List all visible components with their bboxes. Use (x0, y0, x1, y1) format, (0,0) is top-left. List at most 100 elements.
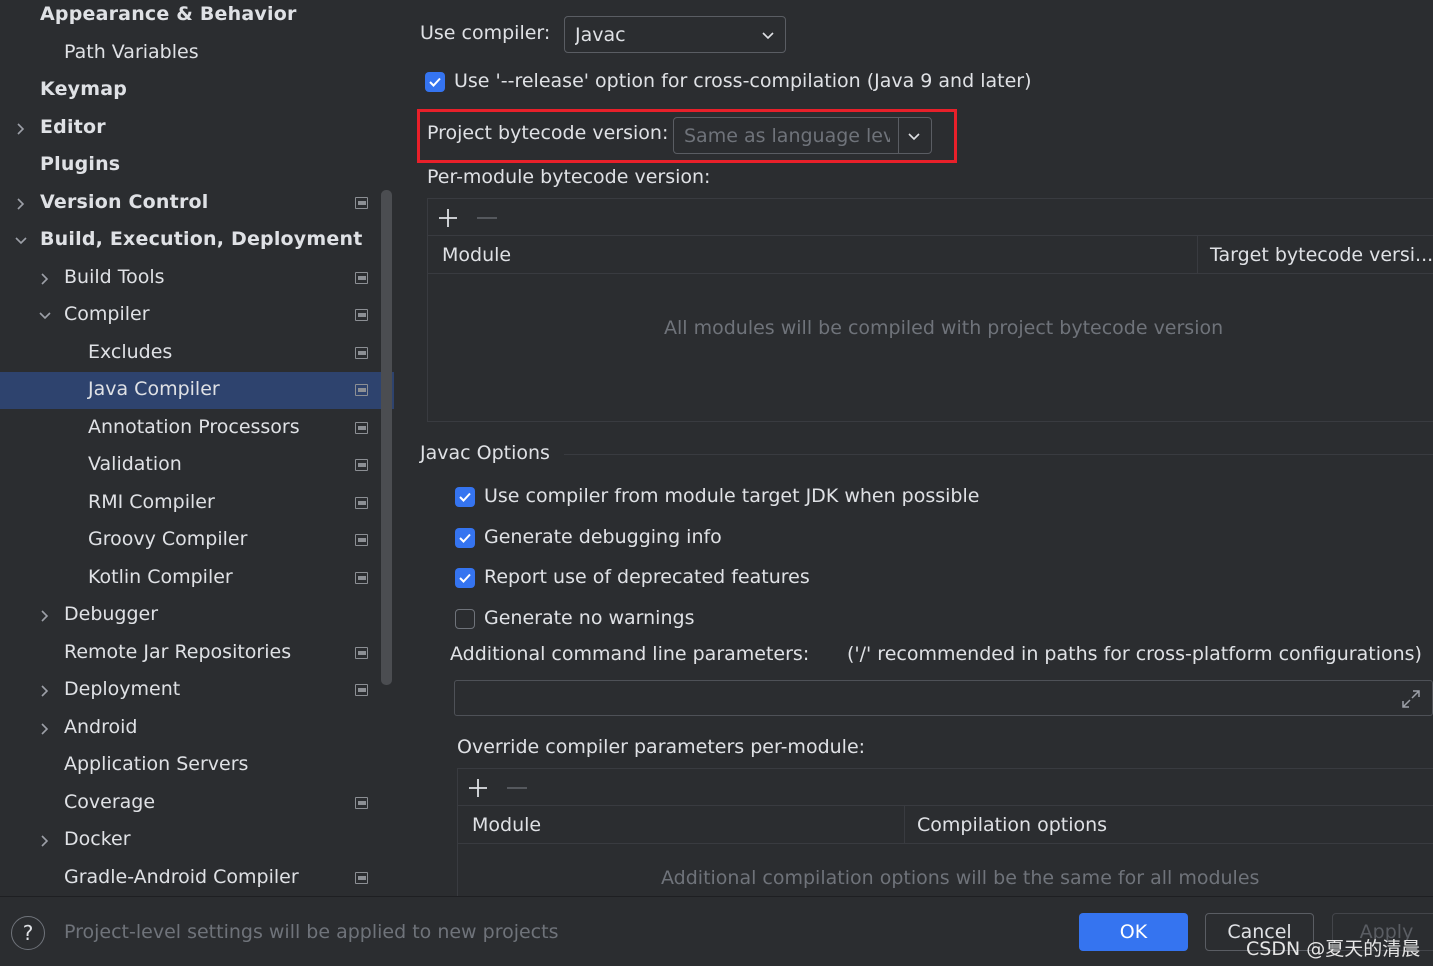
tree-item-gradle-android-compiler[interactable]: Gradle-Android Compiler (0, 860, 394, 896)
project-level-icon (355, 797, 368, 809)
watermark-text: CSDN @夏天的清晨 (1246, 938, 1421, 960)
project-level-icon (355, 459, 368, 471)
tree-item-deployment[interactable]: Deployment (0, 672, 394, 709)
use-compiler-dropdown[interactable]: Javac (564, 16, 786, 53)
tree-item-groovy-compiler[interactable]: Groovy Compiler (0, 522, 394, 559)
project-level-icon (355, 872, 368, 884)
per-module-table: Module Target bytecode versi... All modu… (427, 198, 1433, 422)
override-empty-text: Additional compilation options will be t… (661, 867, 1260, 889)
tree-item-label: Path Variables (64, 41, 199, 63)
remove-icon[interactable] (477, 217, 497, 219)
expand-icon[interactable] (1400, 688, 1422, 710)
tree-item-java-compiler[interactable]: Java Compiler (0, 372, 394, 409)
tree-item-label: Keymap (40, 78, 128, 100)
section-divider (564, 454, 1433, 455)
chevron-right-icon[interactable] (38, 834, 52, 848)
sidebar-scrollbar[interactable] (381, 190, 392, 685)
tree-item-label: Application Servers (64, 753, 249, 775)
project-level-icon (355, 497, 368, 509)
column-header-compilation-options[interactable]: Compilation options (917, 814, 1107, 836)
chevron-down-icon[interactable] (14, 234, 28, 248)
chevron-right-icon[interactable] (38, 684, 52, 698)
project-level-icon (355, 534, 368, 546)
tree-item-build-tools[interactable]: Build Tools (0, 260, 394, 297)
tree-item-excludes[interactable]: Excludes (0, 335, 394, 372)
override-label: Override compiler parameters per-module: (457, 736, 866, 758)
use-compiler-label: Use compiler: (420, 22, 551, 44)
tree-item-annotation-processors[interactable]: Annotation Processors (0, 410, 394, 447)
override-toolbar (458, 769, 1433, 806)
tree-item-android[interactable]: Android (0, 710, 394, 747)
tree-item-label: Version Control (40, 191, 209, 213)
tree-item-version-control[interactable]: Version Control (0, 185, 394, 222)
tree-item-label: Excludes (88, 341, 173, 363)
tree-item-validation[interactable]: Validation (0, 447, 394, 484)
project-level-icon (355, 647, 368, 659)
tree-item-coverage[interactable]: Coverage (0, 785, 394, 822)
add-icon[interactable] (467, 777, 489, 799)
project-level-icon (355, 347, 368, 359)
tree-item-label: Java Compiler (88, 378, 220, 400)
tree-item-label: Appearance & Behavior (40, 3, 297, 25)
tree-item-compiler[interactable]: Compiler (0, 297, 394, 334)
tree-item-label: Coverage (64, 791, 156, 813)
tree-item-label: Kotlin Compiler (88, 566, 233, 588)
project-level-icon (355, 272, 368, 284)
tree-item-label: RMI Compiler (88, 491, 215, 513)
additional-params-input[interactable] (454, 680, 1433, 716)
checkmark-icon (459, 533, 471, 543)
tree-item-debugger[interactable]: Debugger (0, 597, 394, 634)
settings-sidebar: Appearance & Behavior Path Variables Keyma… (0, 0, 394, 896)
additional-params-label: Additional command line parameters: (450, 643, 810, 665)
tree-item-kotlin-compiler[interactable]: Kotlin Compiler (0, 560, 394, 597)
javac-option-checkbox[interactable] (455, 487, 475, 507)
override-table-header: Module Compilation options (458, 806, 1433, 844)
tree-item-editor[interactable]: Editor (0, 110, 394, 147)
chevron-right-icon[interactable] (14, 122, 28, 136)
tree-item-label: Deployment (64, 678, 181, 700)
column-header-module[interactable]: Module (442, 244, 511, 266)
use-compiler-value: Javac (575, 23, 626, 46)
dialog-footer: ? Project-level settings will be applied… (0, 896, 1433, 966)
column-header-target-bytecode[interactable]: Target bytecode versi... (1210, 244, 1433, 266)
tree-item-build-execution-deployment[interactable]: Build, Execution, Deployment (0, 222, 394, 259)
release-option-checkbox[interactable] (425, 72, 445, 92)
tree-item-application-servers[interactable]: Application Servers (0, 747, 394, 784)
tree-item-keymap[interactable]: Keymap (0, 72, 394, 109)
chevron-right-icon[interactable] (38, 609, 52, 623)
project-level-icon (355, 422, 368, 434)
tree-item-label: Android (64, 716, 138, 738)
tree-item-docker[interactable]: Docker (0, 822, 394, 859)
tree-item-remote-jar-repositories[interactable]: Remote Jar Repositories (0, 635, 394, 672)
javac-options-title: Javac Options (420, 442, 550, 464)
chevron-right-icon[interactable] (14, 197, 28, 211)
chevron-right-icon[interactable] (38, 272, 52, 286)
project-level-icon (355, 309, 368, 321)
tree-item-rmi-compiler[interactable]: RMI Compiler (0, 485, 394, 522)
javac-option-checkbox[interactable] (455, 568, 475, 588)
javac-option-label: Generate no warnings (484, 607, 695, 629)
tree-item-label: Build, Execution, Deployment (40, 228, 363, 250)
chevron-down-icon[interactable] (38, 309, 52, 323)
javac-option-checkbox[interactable] (455, 609, 475, 629)
highlight-box (417, 109, 957, 163)
ok-button[interactable]: OK (1079, 913, 1188, 951)
checkmark-icon (459, 573, 471, 583)
tree-item-label: Groovy Compiler (88, 528, 248, 550)
per-module-toolbar (428, 199, 1433, 236)
chevron-right-icon[interactable] (38, 722, 52, 736)
column-header-module[interactable]: Module (472, 814, 541, 836)
add-icon[interactable] (437, 207, 459, 229)
javac-option-checkbox[interactable] (455, 528, 475, 548)
tree-item-label: Gradle-Android Compiler (64, 866, 299, 888)
help-button[interactable]: ? (11, 916, 45, 950)
javac-option-label: Use compiler from module target JDK when… (484, 485, 980, 507)
remove-icon[interactable] (507, 787, 527, 789)
tree-item-appearance-behavior[interactable]: Appearance & Behavior (0, 0, 394, 34)
column-separator (904, 806, 905, 843)
status-text: Project-level settings will be applied t… (64, 921, 559, 943)
tree-item-plugins[interactable]: Plugins (0, 147, 394, 184)
tree-item-label: Plugins (40, 153, 121, 175)
tree-item-label: Annotation Processors (88, 416, 300, 438)
tree-item-path-variables[interactable]: Path Variables (0, 35, 394, 72)
